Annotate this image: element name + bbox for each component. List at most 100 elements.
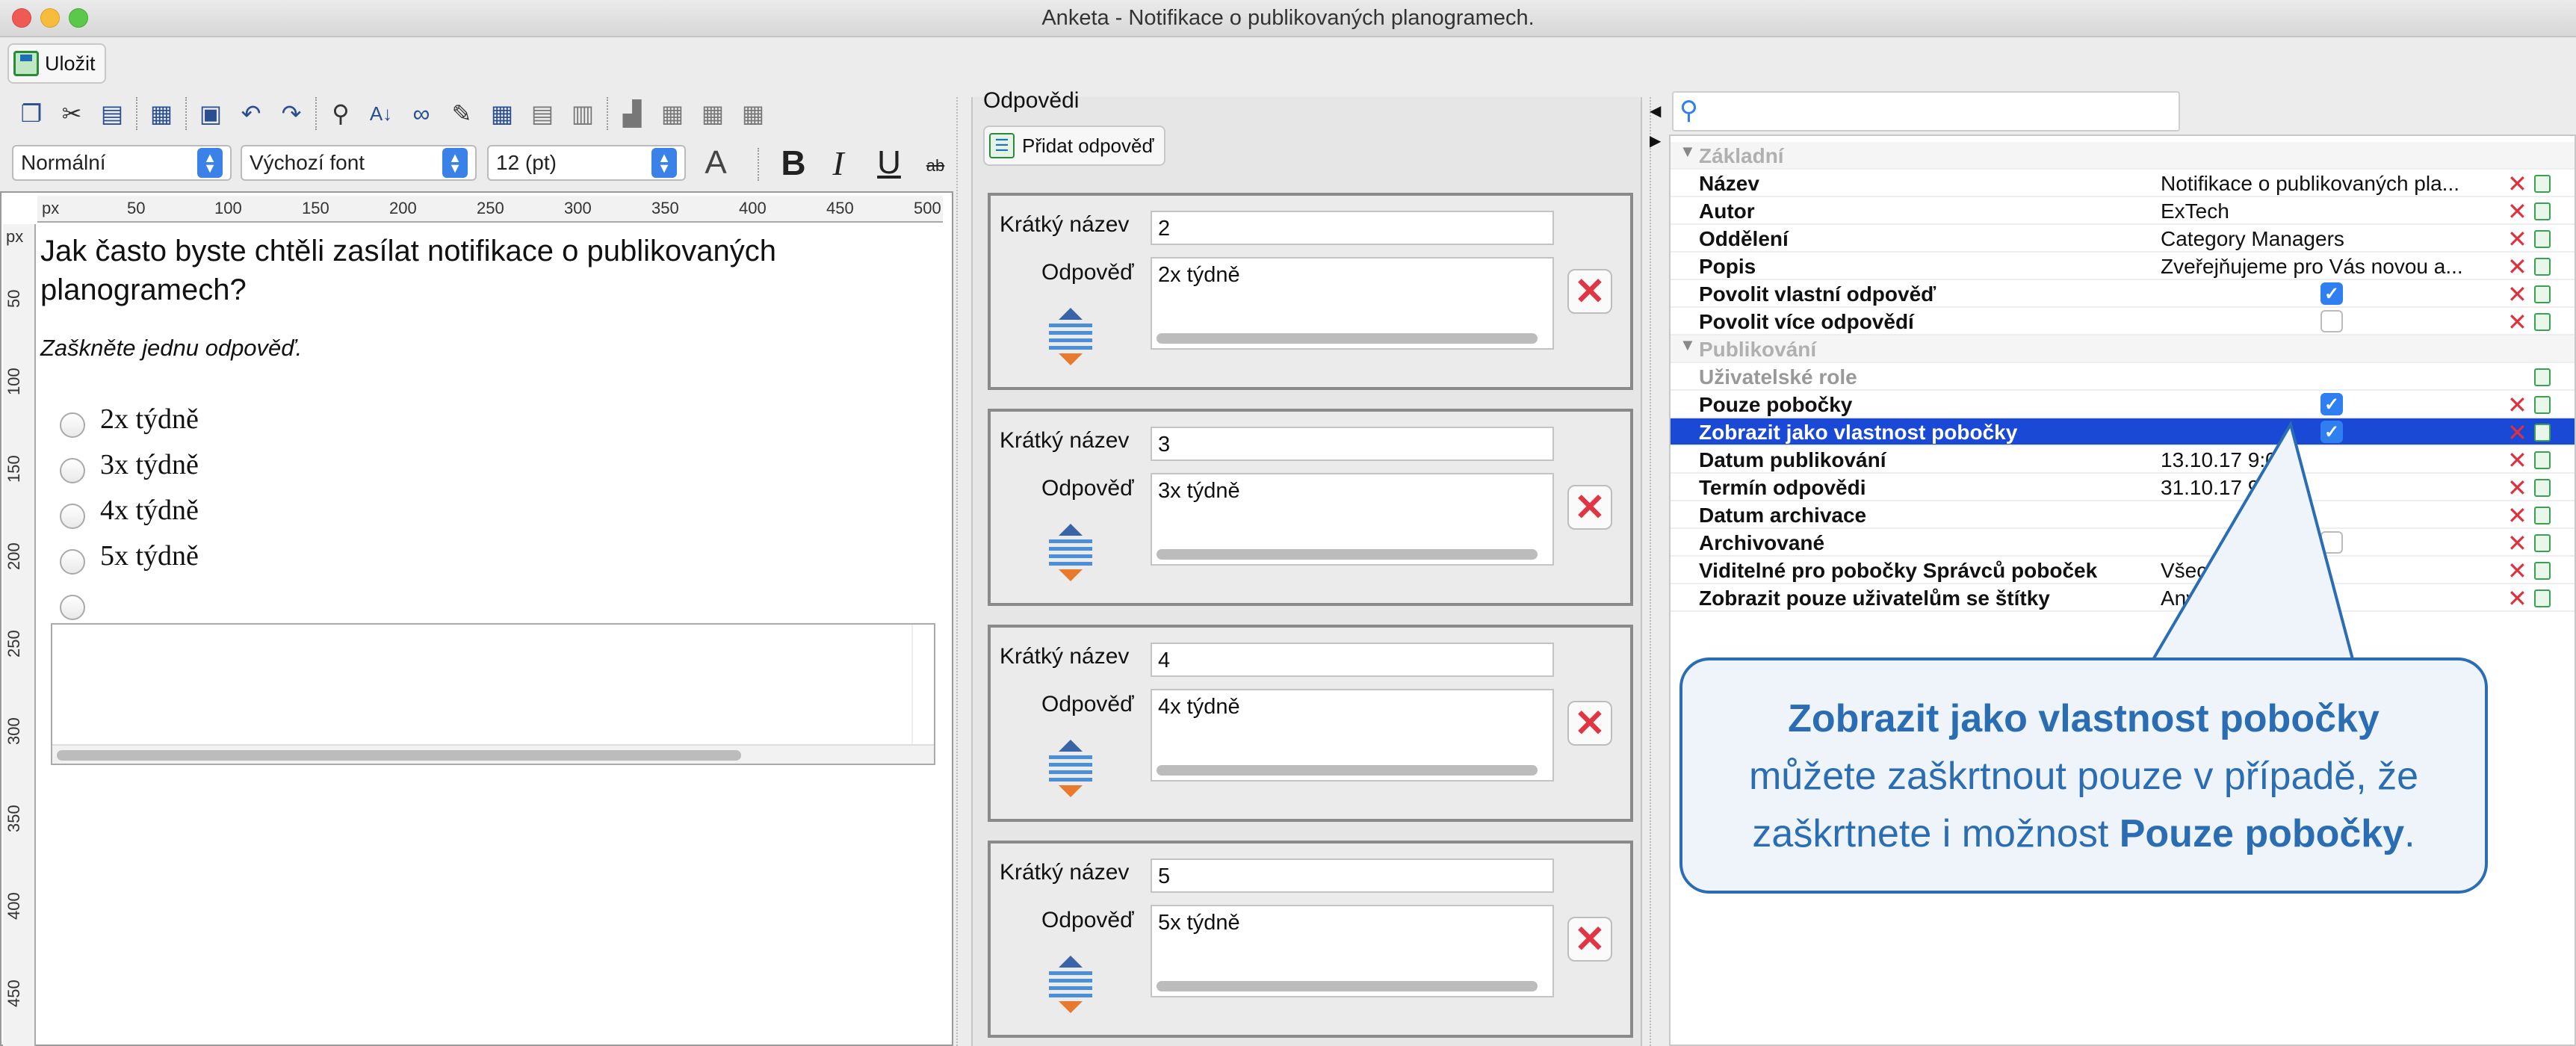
copy-icon[interactable]: [2534, 562, 2551, 580]
property-checkbox[interactable]: ✓: [2320, 393, 2343, 415]
delete-icon[interactable]: ✕: [2507, 280, 2527, 309]
clear-format-icon[interactable]: ✎: [445, 97, 478, 130]
answer-hscroll-thumb[interactable]: [1157, 981, 1538, 991]
delete-icon[interactable]: ✕: [2507, 253, 2527, 281]
option-row[interactable]: 2x týdně: [60, 396, 199, 442]
delete-icon[interactable]: ✕: [2507, 501, 2527, 530]
answer-hscroll-thumb[interactable]: [1157, 549, 1538, 560]
short-name-input[interactable]: 3: [1151, 427, 1554, 461]
property-row[interactable]: Pouze pobočky ✓ ✕: [1671, 391, 2575, 418]
property-value[interactable]: Category Managers: [2161, 227, 2504, 251]
property-search-input[interactable]: ⚲: [1672, 91, 2180, 131]
copy-icon[interactable]: [2534, 368, 2551, 386]
option-row[interactable]: 5x týdně: [60, 533, 199, 578]
splitter-left[interactable]: [956, 97, 971, 1046]
property-checkbox[interactable]: [2320, 310, 2343, 332]
property-group-header[interactable]: ▼ Publikování: [1671, 335, 2575, 363]
property-row[interactable]: Povolit vlastní odpověď ✓ ✕: [1671, 280, 2575, 308]
cut-icon[interactable]: ✂: [55, 97, 88, 130]
delete-icon[interactable]: ✕: [2507, 584, 2527, 613]
copy-icon[interactable]: [2534, 424, 2551, 442]
insert-image-icon[interactable]: ▣: [194, 97, 227, 130]
radio-button[interactable]: [60, 457, 85, 483]
link-icon[interactable]: ∞: [405, 97, 438, 130]
answer-hscroll-thumb[interactable]: [1157, 765, 1538, 776]
strikethrough-icon[interactable]: ab: [922, 149, 949, 182]
short-name-input[interactable]: 4: [1151, 643, 1554, 677]
merge-cells-icon[interactable]: ▟: [616, 97, 648, 130]
delete-icon[interactable]: ✕: [2507, 197, 2527, 226]
delete-icon[interactable]: ✕: [2507, 529, 2527, 557]
save-button[interactable]: Uložit: [7, 43, 106, 84]
expand-right-arrow-icon[interactable]: ▶: [1650, 131, 1661, 150]
radio-button[interactable]: [60, 594, 85, 620]
reorder-icon[interactable]: [1047, 308, 1094, 369]
property-value[interactable]: Notifikace o publikovaných pla...: [2161, 172, 2504, 196]
copy-icon[interactable]: [2534, 258, 2551, 276]
copy-icon[interactable]: [2534, 285, 2551, 303]
answer-hscroll-thumb[interactable]: [1157, 333, 1538, 344]
answer-text-input[interactable]: 3x týdně: [1151, 473, 1554, 566]
delete-answer-button[interactable]: ✕: [1567, 917, 1612, 962]
calendar-icon[interactable]: ▦: [145, 97, 178, 130]
radio-button[interactable]: [60, 548, 85, 575]
property-row[interactable]: Zobrazit jako vlastnost pobočky ✓ ✕: [1671, 418, 2575, 446]
copy-icon[interactable]: [2534, 534, 2551, 552]
font-size-select[interactable]: 12 (pt) ▲ ▼: [487, 145, 686, 181]
property-row[interactable]: Oddělení Category Managers ✕: [1671, 225, 2575, 253]
paragraph-style-select[interactable]: Normální ▲ ▼: [12, 145, 232, 181]
textarea-vscroll[interactable]: [911, 625, 934, 744]
property-row[interactable]: Datum publikování 13.10.17 9:00 ✕: [1671, 446, 2575, 474]
option-row-custom[interactable]: [60, 578, 199, 624]
delete-icon[interactable]: ✕: [2507, 418, 2527, 447]
underline-icon[interactable]: U: [873, 144, 905, 181]
answer-text-input[interactable]: 4x týdně: [1151, 689, 1554, 782]
property-value[interactable]: Zveřejňujeme pro Vás novou a...: [2161, 255, 2504, 279]
find-icon[interactable]: ⚲: [324, 97, 357, 130]
collapse-left-arrow-icon[interactable]: ◀: [1650, 102, 1661, 120]
add-answer-button[interactable]: ☰ Přidat odpověď: [983, 126, 1166, 166]
property-group-header[interactable]: ▼ Základní: [1671, 142, 2575, 170]
copy-icon[interactable]: [2534, 175, 2551, 193]
property-row[interactable]: Uživatelské role: [1671, 363, 2575, 391]
property-row[interactable]: Název Notifikace o publikovaných pla... ✕: [1671, 170, 2575, 197]
radio-button[interactable]: [60, 412, 85, 438]
delete-icon[interactable]: ✕: [2507, 557, 2527, 585]
delete-icon[interactable]: ✕: [2507, 170, 2527, 198]
delete-answer-button[interactable]: ✕: [1567, 701, 1612, 746]
italic-icon[interactable]: I: [822, 144, 855, 182]
copy-icon[interactable]: [2534, 396, 2551, 414]
property-value[interactable]: ExTech: [2161, 199, 2504, 223]
short-name-input[interactable]: 2: [1151, 211, 1554, 245]
table-props-icon[interactable]: ▦: [737, 97, 770, 130]
short-name-input[interactable]: 5: [1151, 858, 1554, 893]
property-row[interactable]: Archivované ✕: [1671, 529, 2575, 557]
copy-icon[interactable]: [2534, 589, 2551, 607]
reorder-icon[interactable]: [1047, 956, 1094, 1017]
font-color-icon[interactable]: A: [699, 144, 732, 181]
property-row[interactable]: Termín odpovědi 31.10.17 9:00 ✕: [1671, 474, 2575, 501]
delete-icon[interactable]: ✕: [2507, 308, 2527, 336]
copy-format-icon[interactable]: ❐: [15, 97, 48, 130]
copy-icon[interactable]: [2534, 202, 2551, 220]
delete-answer-button[interactable]: ✕: [1567, 485, 1612, 530]
insert-table-icon[interactable]: ▦: [486, 97, 518, 130]
table-row-icon[interactable]: ▤: [526, 97, 559, 130]
copy-icon[interactable]: [2534, 507, 2551, 524]
replace-icon[interactable]: A↓: [365, 97, 397, 130]
bold-icon[interactable]: B: [777, 143, 810, 182]
property-row[interactable]: Zobrazit pouze uživatelům se štítky Any ✕: [1671, 584, 2575, 612]
property-row[interactable]: Povolit více odpovědí ✕: [1671, 308, 2575, 335]
copy-icon[interactable]: [2534, 230, 2551, 248]
table-insert-icon[interactable]: ▦: [656, 97, 689, 130]
answer-text-input[interactable]: 5x týdně: [1151, 905, 1554, 997]
option-row[interactable]: 3x týdně: [60, 442, 199, 487]
reorder-icon[interactable]: [1047, 740, 1094, 801]
delete-answer-button[interactable]: ✕: [1567, 269, 1612, 314]
copy-icon[interactable]: [2534, 479, 2551, 497]
delete-icon[interactable]: ✕: [2507, 474, 2527, 502]
table-delete-icon[interactable]: ▦: [696, 97, 729, 130]
property-row[interactable]: Viditelné pro pobočky Správců pobočekVše…: [1671, 557, 2575, 584]
copy-icon[interactable]: [2534, 313, 2551, 331]
undo-icon[interactable]: ↶: [235, 97, 267, 130]
